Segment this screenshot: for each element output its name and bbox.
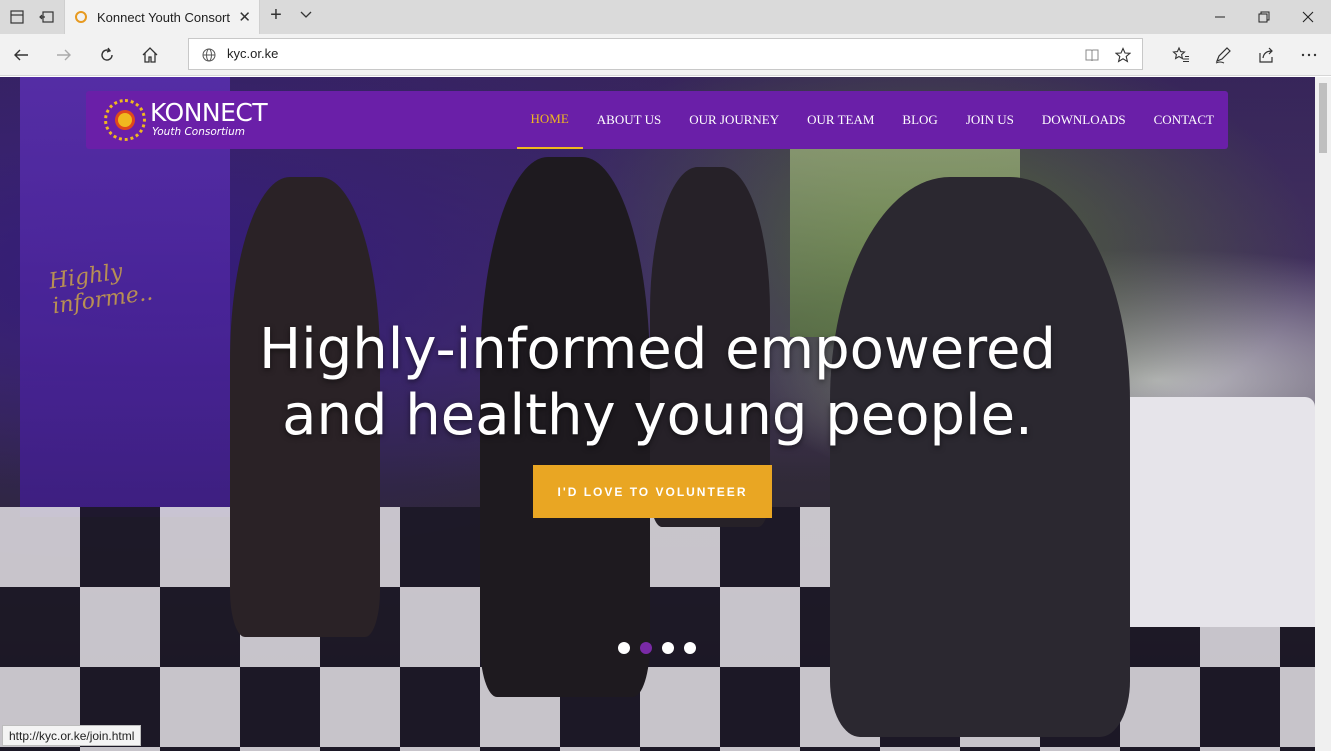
menu-item-our-team[interactable]: OUR TEAM — [793, 91, 888, 149]
more-options-icon[interactable] — [1296, 42, 1322, 68]
hero-title: Highly-informed empowered and healthy yo… — [180, 317, 1135, 449]
carousel-indicators — [618, 642, 696, 654]
carousel-dot[interactable] — [684, 642, 696, 654]
page-viewport: Highly informe.. KONNECT Youth Consortiu… — [0, 77, 1315, 751]
menu-item-our-journey[interactable]: OUR JOURNEY — [675, 91, 793, 149]
page-scrollbar[interactable] — [1315, 77, 1331, 751]
background-table — [1110, 397, 1315, 627]
carousel-dot[interactable] — [662, 642, 674, 654]
scrollbar-thumb[interactable] — [1319, 83, 1327, 153]
menu-item-blog[interactable]: BLOG — [888, 91, 951, 149]
chevron-down-icon[interactable] — [298, 6, 316, 26]
web-note-pen-icon[interactable] — [1210, 42, 1236, 68]
site-header: KONNECT Youth Consortium HOME ABOUT US O… — [86, 91, 1228, 149]
tab-actions-icon[interactable] — [6, 6, 28, 28]
menu-item-about-us[interactable]: ABOUT US — [583, 91, 675, 149]
share-icon[interactable] — [1253, 42, 1279, 68]
tab-title: Konnect Youth Consorti — [97, 9, 231, 25]
carousel-dot[interactable] — [618, 642, 630, 654]
site-favicon-icon — [75, 11, 87, 23]
browser-tab[interactable]: Konnect Youth Consorti ✕ — [64, 0, 260, 34]
logo-emblem-icon — [104, 99, 146, 141]
url-text: kyc.or.ke — [227, 46, 279, 61]
restore-icon[interactable] — [1242, 0, 1286, 34]
reading-view-icon[interactable] — [1082, 45, 1102, 65]
address-bar[interactable]: kyc.or.ke — [188, 38, 1143, 70]
new-tab-icon[interactable]: + — [266, 4, 286, 27]
globe-icon — [199, 45, 219, 65]
menu-item-join-us[interactable]: JOIN US — [952, 91, 1028, 149]
dancer-figure — [830, 177, 1130, 737]
browser-nav-bar: kyc.or.ke — [0, 34, 1331, 76]
favorites-hub-icon[interactable] — [1168, 42, 1194, 68]
minimize-icon[interactable] — [1198, 0, 1242, 34]
logo-subtitle: Youth Consortium — [152, 126, 245, 138]
site-logo[interactable]: KONNECT Youth Consortium — [104, 95, 268, 145]
banner-text: Highly informe.. — [47, 259, 155, 320]
link-status-bar: http://kyc.or.ke/join.html — [2, 725, 142, 746]
hero-line-1: Highly-informed empowered — [259, 317, 1056, 382]
browser-tab-bar: Konnect Youth Consorti ✕ + — [0, 0, 1331, 34]
close-window-icon[interactable] — [1286, 0, 1330, 34]
favorite-star-icon[interactable] — [1113, 45, 1133, 65]
home-icon[interactable] — [137, 42, 163, 68]
set-tabs-aside-icon[interactable] — [36, 6, 58, 28]
back-arrow-icon[interactable] — [8, 42, 34, 68]
menu-item-downloads[interactable]: DOWNLOADS — [1028, 91, 1140, 149]
volunteer-button[interactable]: I'D LOVE TO VOLUNTEER — [533, 465, 772, 518]
forward-arrow-icon[interactable] — [51, 42, 77, 68]
logo-name: KONNECT — [150, 98, 268, 127]
carousel-dot-active[interactable] — [640, 642, 652, 654]
menu-item-contact[interactable]: CONTACT — [1140, 91, 1228, 149]
menu-item-home[interactable]: HOME — [516, 91, 583, 149]
hero-line-2: and healthy young people. — [282, 383, 1033, 448]
close-tab-icon[interactable]: ✕ — [238, 8, 251, 26]
refresh-icon[interactable] — [94, 42, 120, 68]
main-menu: HOME ABOUT US OUR JOURNEY OUR TEAM BLOG … — [516, 91, 1229, 149]
